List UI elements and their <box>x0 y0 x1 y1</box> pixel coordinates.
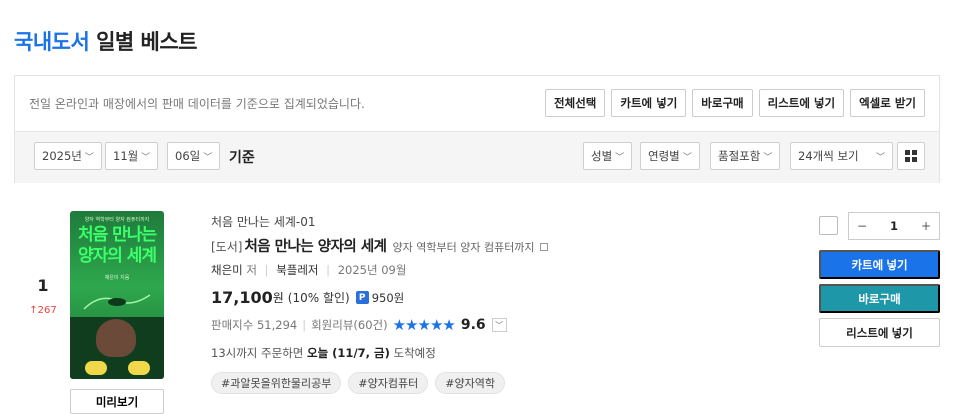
book-meta: 채은미 저 | 북플레저 | 2025년 09월 <box>211 263 407 277</box>
age-select-value: 연령별 <box>648 149 680 163</box>
sales-index: 판매지수 51,294 <box>211 318 298 332</box>
quantity-value[interactable]: 1 <box>875 219 913 233</box>
book-category: [도서] <box>211 240 243 254</box>
book-stats: 판매지수 51,294 | 회원리뷰(60건) ★★★★★ 9.6 ﹀ <box>211 316 507 334</box>
month-select-value: 11월 <box>113 149 139 163</box>
action-bar: 전일 온라인과 매장에서의 판매 데이터를 기준으로 집계되었습니다. 전체선택… <box>15 76 939 132</box>
bulk-actions: 전체선택 카트에 넣기 바로구매 리스트에 넣기 엑셀로 받기 <box>545 89 925 117</box>
tag-chip[interactable]: #양자역학 <box>435 372 505 394</box>
point-icon: P <box>355 291 369 304</box>
cover-author: 채은미 지음 <box>104 275 130 281</box>
cat-illustration <box>83 294 151 310</box>
data-basis-description: 전일 온라인과 매장에서의 판매 데이터를 기준으로 집계되었습니다. <box>29 97 365 111</box>
cover-subtitle: 양자 역학부터 양자 컴퓨터까지 <box>84 217 150 223</box>
page-title: 국내도서 일별 베스트 <box>14 26 198 56</box>
gender-select[interactable]: 성별 ﹀ <box>583 142 633 170</box>
per-page-select[interactable]: 24개씩 보기 ﹀ <box>790 142 893 170</box>
tag-chip[interactable]: #양자컴퓨터 <box>348 372 429 394</box>
year-select[interactable]: 2025년 ﹀ <box>34 142 102 170</box>
review-count-link[interactable]: 회원리뷰(60건) <box>311 317 388 333</box>
chevron-down-icon: ﹀ <box>682 152 692 163</box>
select-all-button[interactable]: 전체선택 <box>545 89 606 117</box>
author-link[interactable]: 채은미 <box>211 263 243 277</box>
ranking-control-panel: 전일 온라인과 매장에서의 판매 데이터를 기준으로 집계되었습니다. 전체선택… <box>14 75 940 183</box>
soldout-select-value: 품절포함 <box>718 149 761 163</box>
month-select[interactable]: 11월 ﹀ <box>105 142 159 170</box>
quantity-stepper: − 1 + <box>848 212 940 240</box>
cover-title: 처음 만나는 양자의 세계 <box>74 225 160 267</box>
book-subtitle: 양자 역학부터 양자 컴퓨터까지 <box>392 241 535 254</box>
soldout-select[interactable]: 품절포함 ﹀ <box>710 142 781 170</box>
book-cover[interactable]: 양자 역학부터 양자 컴퓨터까지 처음 만나는 양자의 세계 채은미 지음 <box>70 211 164 379</box>
rank-number: 1 <box>37 276 49 295</box>
author-role: 저 <box>246 263 257 277</box>
rank-change: ↑267 <box>26 305 60 316</box>
series-name[interactable]: 처음 만나는 세계-01 <box>211 213 316 230</box>
arrow-up-icon: ↑ <box>29 305 38 316</box>
book-title-line: [도서] 처음 만나는 양자의 세계 양자 역학부터 양자 컴퓨터까지 <box>211 235 548 256</box>
page-title-text: 일별 베스트 <box>96 30 198 54</box>
gender-select-value: 성별 <box>591 149 613 163</box>
buy-now-button[interactable]: 바로구매 <box>819 284 940 313</box>
page-title-category[interactable]: 국내도서 <box>14 30 90 54</box>
year-select-value: 2025년 <box>42 149 82 163</box>
rank-change-value: 267 <box>37 305 57 316</box>
cover-badges <box>74 361 160 375</box>
cover-title-line: 처음 만나는 <box>77 225 157 245</box>
tag-chip[interactable]: #과알못을위한물리공부 <box>211 372 342 394</box>
date-basis-label: 기준 <box>229 150 255 166</box>
book-title[interactable]: 처음 만나는 양자의 세계 <box>244 235 387 256</box>
filter-bar: 2025년 ﹀ 11월 ﹀ 06일 ﹀ 기준 성별 ﹀ 연령별 ﹀ 품절포함 ﹀ 24개씩 … <box>15 132 939 183</box>
add-to-cart-button[interactable]: 카트에 넣기 <box>819 250 940 279</box>
item-select-checkbox[interactable] <box>819 216 838 235</box>
chevron-down-icon: ﹀ <box>84 152 94 163</box>
grid-icon <box>905 150 917 162</box>
quantity-decrease-button[interactable]: − <box>849 213 875 239</box>
add-to-list-all-button[interactable]: 리스트에 넣기 <box>758 89 845 117</box>
rating-stars: ★★★★★ <box>392 316 456 334</box>
delivery-suffix: 도착예정 <box>393 346 436 360</box>
delivery-info: 13시까지 주문하면 오늘 (11/7, 금) 도착예정 <box>211 345 436 361</box>
discount-rate: (10% 할인) <box>287 291 350 305</box>
chevron-down-icon: ﹀ <box>875 152 885 163</box>
day-select[interactable]: 06일 ﹀ <box>167 142 221 170</box>
chevron-down-icon: ﹀ <box>141 152 151 163</box>
add-all-to-cart-button[interactable]: 카트에 넣기 <box>611 89 687 117</box>
author-photo <box>96 319 136 357</box>
chevron-down-icon: ﹀ <box>203 152 213 163</box>
chevron-down-icon[interactable]: ﹀ <box>491 318 507 332</box>
add-to-list-button[interactable]: 리스트에 넣기 <box>819 318 940 347</box>
buy-now-all-button[interactable]: 바로구매 <box>692 89 753 117</box>
chevron-down-icon: ﹀ <box>615 152 625 163</box>
excel-download-button[interactable]: 엑셀로 받기 <box>850 89 925 117</box>
new-window-icon[interactable] <box>539 243 548 251</box>
cover-title-line: 양자의 세계 <box>77 246 157 266</box>
day-select-value: 06일 <box>175 149 201 163</box>
quantity-increase-button[interactable]: + <box>913 213 939 239</box>
chevron-down-icon: ﹀ <box>763 152 773 163</box>
preview-button[interactable]: 미리보기 <box>70 389 164 414</box>
publish-date: 2025년 09월 <box>337 263 407 277</box>
grid-view-button[interactable] <box>897 142 925 170</box>
point-amount: 950원 <box>371 290 405 305</box>
delivery-prefix: 13시까지 주문하면 <box>211 346 304 360</box>
cover-author-photo <box>70 317 164 379</box>
tag-list: #과알못을위한물리공부 #양자컴퓨터 #양자역학 <box>211 372 505 394</box>
age-select[interactable]: 연령별 ﹀ <box>640 142 700 170</box>
per-page-select-value: 24개씩 보기 <box>798 149 859 163</box>
publisher-link[interactable]: 북플레저 <box>276 263 318 277</box>
delivery-date: 오늘 (11/7, 금) <box>307 346 390 360</box>
price-unit: 원 <box>272 291 284 305</box>
sale-price: 17,100 <box>211 288 273 307</box>
price-line: 17,100 원 (10% 할인) P 950원 <box>211 288 404 307</box>
rating-score: 9.6 <box>460 317 486 333</box>
